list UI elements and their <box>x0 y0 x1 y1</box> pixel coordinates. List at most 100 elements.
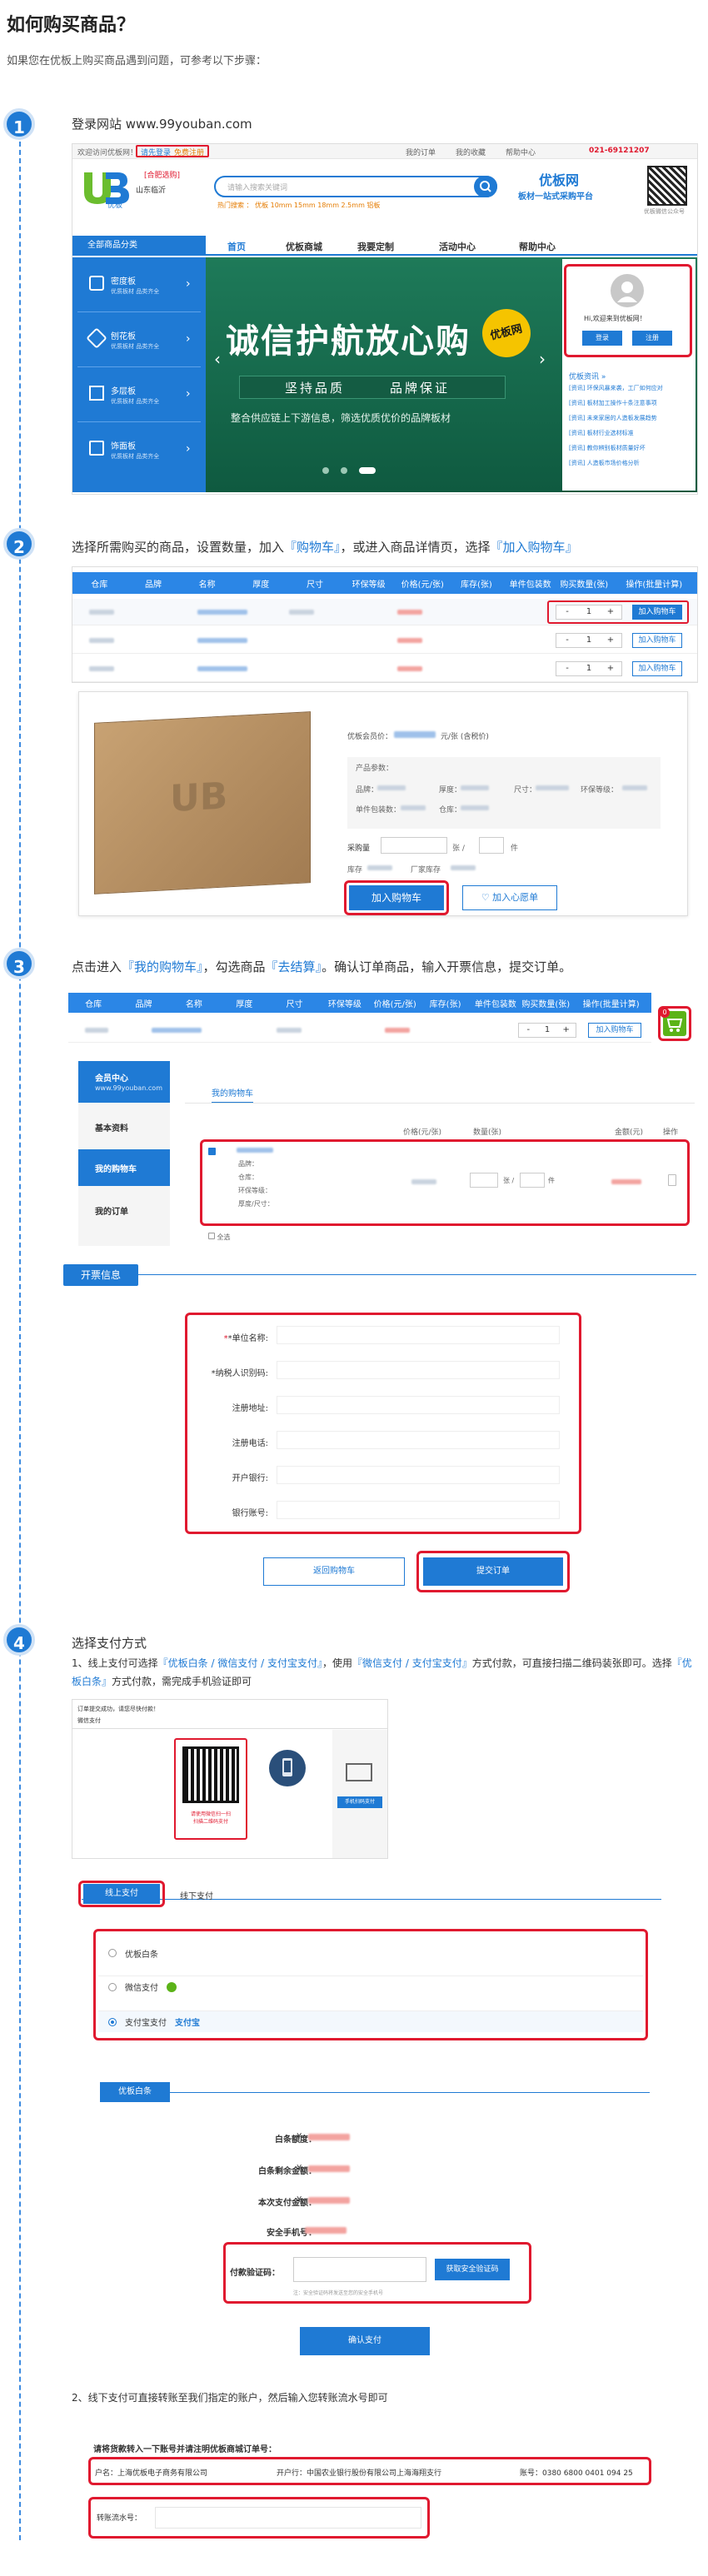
pay-option-alipay[interactable]: 支付宝支付 支付宝 <box>98 2010 643 2032</box>
cart-pack-input[interactable] <box>520 1173 545 1188</box>
sidebar-item-orders[interactable]: 我的订单 <box>95 1204 128 1217</box>
tab-offline-pay[interactable]: 线下支付 <box>180 1889 213 1901</box>
phone-input[interactable] <box>277 1431 560 1449</box>
add-to-cart-button[interactable]: 加入购物车 <box>632 633 682 648</box>
radio-credit[interactable] <box>108 1949 117 1957</box>
address-input[interactable] <box>277 1396 560 1414</box>
cart-button[interactable]: 0 <box>660 1008 686 1036</box>
add-to-cart-button[interactable]: 加入购物车 <box>588 1023 641 1038</box>
confirm-pay-button[interactable]: 确认支付 <box>300 2327 430 2355</box>
currency-symbol: ¥ <box>297 2164 302 2173</box>
hero-login-button[interactable]: 登录 <box>582 331 622 346</box>
detail-add-to-cart-button[interactable]: 加入购物车 <box>349 885 444 910</box>
minus-icon[interactable]: - <box>519 1024 538 1037</box>
cart-qty-input[interactable] <box>470 1173 498 1188</box>
news-item[interactable]: [资讯] 板材行业选材标准 <box>569 429 634 437</box>
top-link-favs[interactable]: 我的收藏 <box>456 147 486 157</box>
qty-value[interactable]: 1 <box>538 1024 557 1037</box>
nav-home[interactable]: 首页 <box>227 240 246 253</box>
add-to-cart-button[interactable]: 加入购物车 <box>632 605 682 620</box>
qr-side-button[interactable]: 手机扫码支付 <box>337 1796 382 1808</box>
plus-icon[interactable]: + <box>556 1024 576 1037</box>
credit-tab[interactable]: 优板白条 <box>100 2082 170 2102</box>
quantity-stepper[interactable]: -1 + <box>556 633 622 648</box>
news-item[interactable]: [资讯] 未来家居的人造板发展趋势 <box>569 414 657 422</box>
trash-icon[interactable] <box>668 1174 676 1186</box>
wechat-qr-code <box>182 1746 239 1803</box>
pay-option-wechat[interactable]: 微信支付 <box>98 1976 643 1997</box>
carousel-dot[interactable] <box>341 467 347 474</box>
cart-col-action: 操作 <box>663 1129 679 1137</box>
nav-help[interactable]: 帮助中心 <box>519 240 556 253</box>
nav-mall[interactable]: 优板商城 <box>286 240 322 253</box>
verify-code-input[interactable] <box>293 2257 426 2282</box>
minus-icon[interactable]: - <box>556 605 578 619</box>
carousel-dot-active[interactable] <box>359 467 376 474</box>
submit-order-button[interactable]: 提交订单 <box>423 1557 563 1586</box>
login-panel: Hi,欢迎来到优板网！ 登录 注册 优板资讯 » [资讯] 环保风暴来袭，工厂如… <box>562 259 696 491</box>
step-2-text: ，或进入商品详情页，选择 <box>340 540 491 555</box>
search-button[interactable] <box>474 176 497 197</box>
item-checkbox[interactable] <box>208 1148 216 1155</box>
logo[interactable]: 优板 <box>81 169 131 210</box>
category-item-3[interactable]: 多层板 优质板材 品类齐全 › <box>77 372 201 422</box>
qty-value[interactable]: 1 <box>578 634 600 647</box>
news-item[interactable]: [资讯] 教你辨别板材质量好坏 <box>569 444 646 452</box>
category-item-1[interactable]: 密度板 优质板材 品类齐全 › <box>77 262 201 312</box>
tab-my-cart[interactable]: 我的购物车 <box>212 1086 253 1104</box>
plus-icon[interactable]: + <box>600 605 621 619</box>
carousel-dot[interactable] <box>322 467 329 474</box>
invoice-tab[interactable]: 开票信息 <box>63 1264 138 1286</box>
tab-online-pay[interactable]: 线上支付 <box>83 1884 160 1904</box>
quantity-stepper[interactable]: -1 + <box>556 605 622 620</box>
bank-input[interactable] <box>277 1466 560 1484</box>
login-link[interactable]: 请先登录 <box>141 147 171 157</box>
radio-alipay[interactable] <box>108 2017 117 2026</box>
sidebar-item-profile[interactable]: 基本资料 <box>95 1121 128 1134</box>
buy-qty-input[interactable] <box>381 837 447 854</box>
quantity-stepper[interactable]: -1 + <box>556 661 622 676</box>
news-title[interactable]: 优板资讯 » <box>569 371 606 381</box>
minus-icon[interactable]: - <box>556 634 578 647</box>
radio-wechat[interactable] <box>108 1982 117 1991</box>
plus-icon[interactable]: + <box>600 662 621 675</box>
col-header: 名称 <box>185 999 202 1009</box>
search-input[interactable]: 请输入搜索关键词 <box>227 182 287 192</box>
company-name-input[interactable] <box>277 1326 560 1344</box>
tax-id-input[interactable] <box>277 1361 560 1379</box>
account-input[interactable] <box>277 1501 560 1519</box>
get-code-button[interactable]: 获取安全验证码 <box>435 2259 510 2280</box>
location-badge[interactable]: [合肥选购] <box>144 169 180 180</box>
serial-number-input[interactable] <box>155 2507 421 2529</box>
hero-register-button[interactable]: 注册 <box>632 331 672 346</box>
check-all-box[interactable] <box>208 1233 215 1239</box>
add-to-cart-button[interactable]: 加入购物车 <box>632 661 682 676</box>
news-item[interactable]: [资讯] 人造板市场价格分析 <box>569 459 640 467</box>
category-sub: 优质板材 品类齐全 <box>111 398 160 405</box>
back-to-cart-button[interactable]: 返回购物车 <box>263 1557 405 1586</box>
buy-pack-input[interactable] <box>479 837 504 854</box>
nav-events[interactable]: 活动中心 <box>439 240 476 253</box>
sidebar-item-cart-active[interactable]: 我的购物车 <box>78 1149 170 1186</box>
qty-value[interactable]: 1 <box>578 605 600 619</box>
nav-all-categories[interactable]: 全部商品分类 <box>72 236 206 256</box>
plus-icon[interactable]: + <box>600 634 621 647</box>
check-all[interactable]: 全选 <box>208 1233 231 1242</box>
nav-custom[interactable]: 我要定制 <box>357 240 394 253</box>
hero-next-icon[interactable]: › <box>539 349 546 369</box>
top-link-help[interactable]: 帮助中心 <box>506 147 536 157</box>
category-item-4[interactable]: 饰面板 优质板材 品类齐全 › <box>77 427 201 477</box>
minus-icon[interactable]: - <box>556 662 578 675</box>
news-item[interactable]: [资讯] 环保风暴来袭，工厂如何应对 <box>569 384 663 392</box>
news-item[interactable]: [资讯] 板材加工操作十条注意事项 <box>569 399 657 407</box>
location-select[interactable]: 山东临沂 <box>136 184 166 195</box>
category-item-2[interactable]: 刨花板 优质板材 品类齐全 › <box>77 317 201 367</box>
register-link[interactable]: 免费注册 <box>174 147 204 157</box>
quantity-stepper[interactable]: -1 + <box>518 1023 576 1038</box>
search-box[interactable]: 请输入搜索关键词 <box>214 176 497 197</box>
hero-prev-icon[interactable]: ‹ <box>214 349 221 369</box>
qty-value[interactable]: 1 <box>578 662 600 675</box>
add-wishlist-button[interactable]: ♡ 加入心愿单 <box>462 885 557 910</box>
top-link-orders[interactable]: 我的订单 <box>406 147 436 157</box>
pay-option-credit[interactable]: 优板白条 <box>98 1942 643 1964</box>
